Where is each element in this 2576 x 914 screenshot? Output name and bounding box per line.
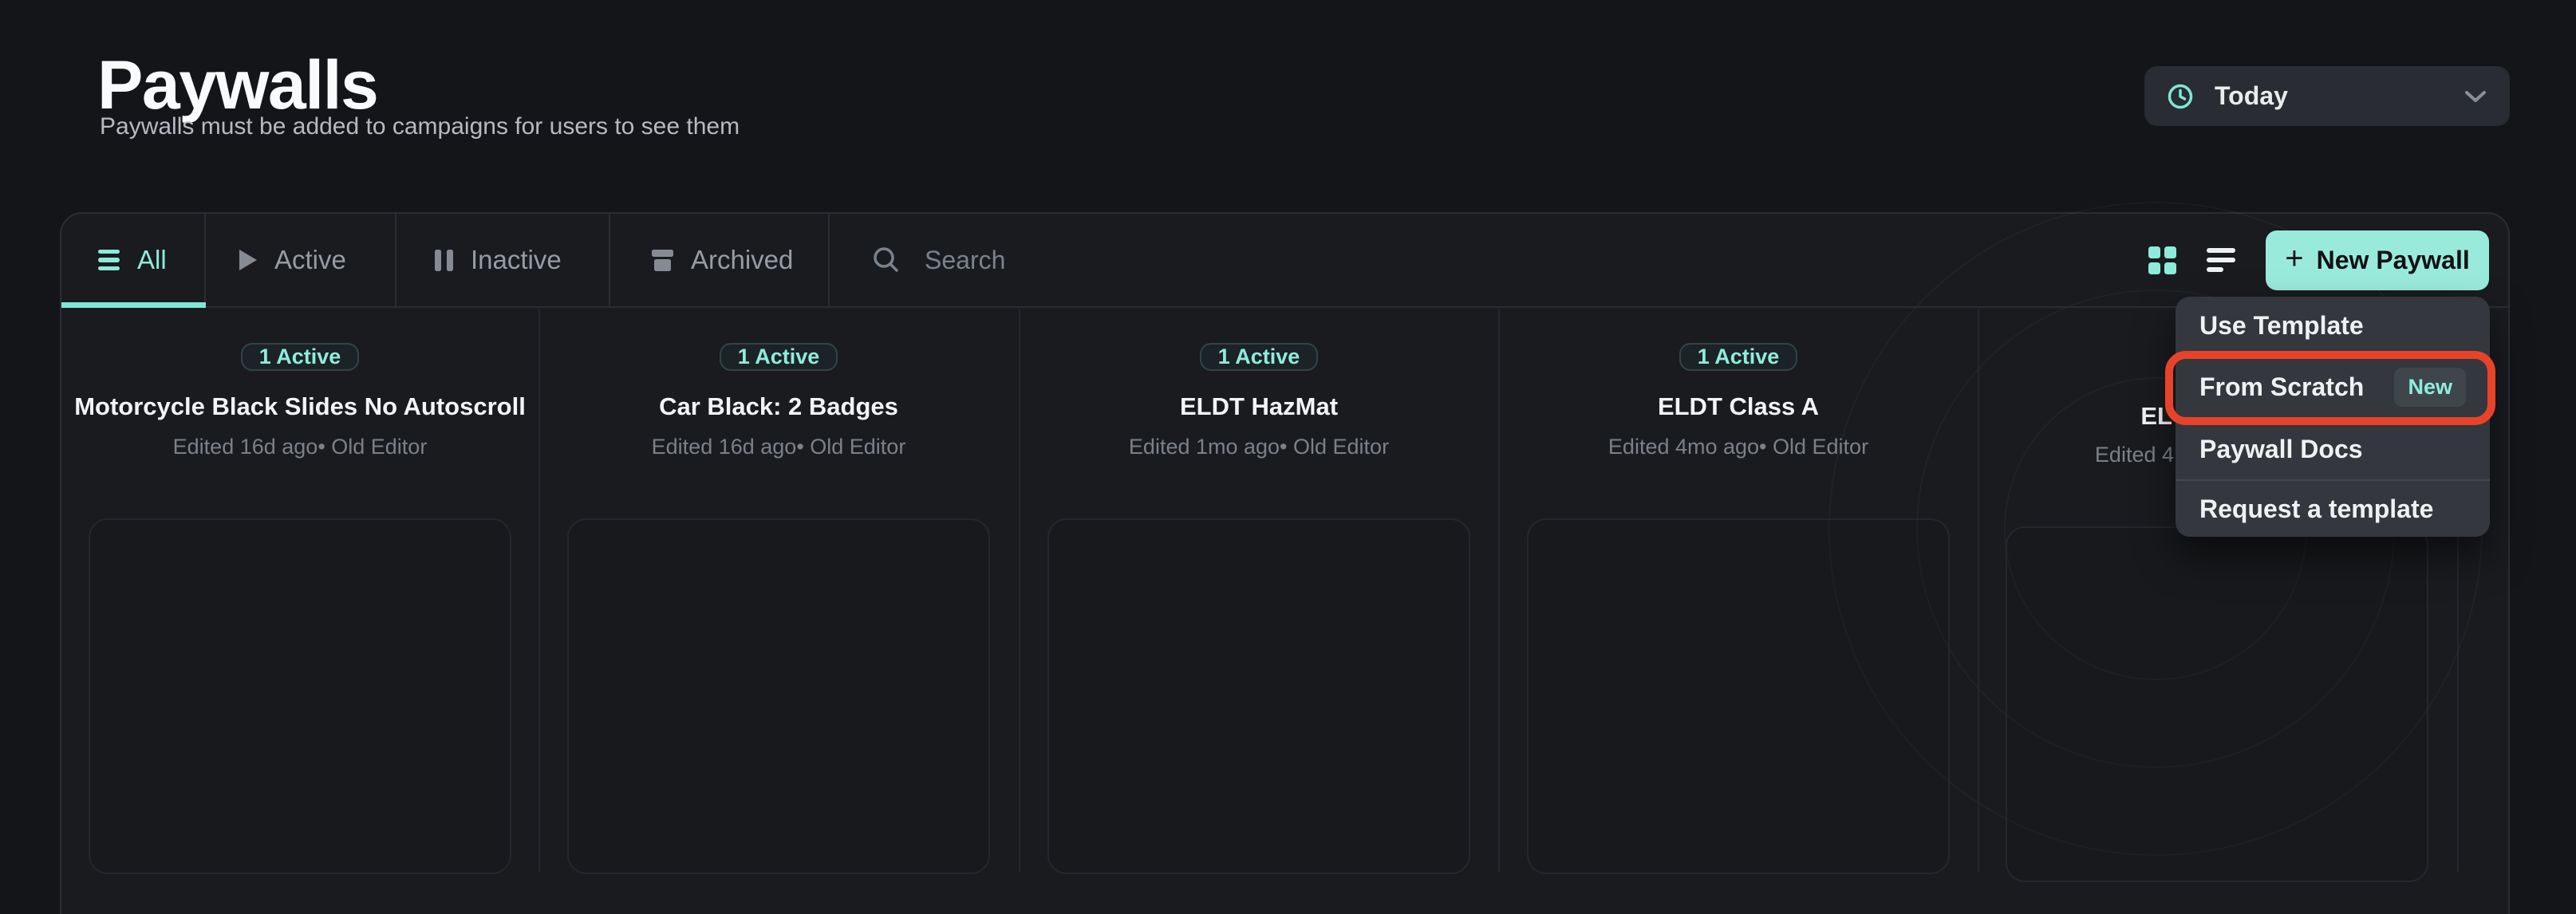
paywall-meta: Edited 4 xyxy=(1979,443,2174,467)
tab-all[interactable]: All xyxy=(61,214,206,306)
paywall-preview-placeholder[interactable] xyxy=(1527,518,1950,874)
paywall-meta: Edited 16d ago• Old Editor xyxy=(173,435,428,459)
new-paywall-menu: Use Template From Scratch New Paywall Do… xyxy=(2176,297,2490,537)
date-filter-dropdown[interactable]: Today xyxy=(2144,66,2510,126)
menu-item-use-template[interactable]: Use Template xyxy=(2176,297,2490,355)
tab-archived-label: Archived xyxy=(691,245,793,275)
paywall-title: ELDT HazMat xyxy=(1180,392,1338,421)
paywall-preview-placeholder[interactable] xyxy=(1047,518,1470,874)
paywall-meta: Edited 1mo ago• Old Editor xyxy=(1129,435,1389,459)
search-placeholder: Search xyxy=(925,246,1005,275)
menu-item-label: From Scratch xyxy=(2199,372,2364,402)
date-filter-label: Today xyxy=(2215,81,2288,111)
new-paywall-button[interactable]: + New Paywall xyxy=(2266,230,2489,290)
tab-active-label: Active xyxy=(274,245,346,275)
all-lines-icon xyxy=(98,250,120,271)
active-count-badge: 1 Active xyxy=(1200,343,1319,371)
archive-icon xyxy=(652,250,673,271)
search-icon xyxy=(872,246,901,274)
tab-inactive[interactable]: Inactive xyxy=(396,214,610,306)
paywall-title: EL xyxy=(1979,402,2172,431)
paywall-meta: Edited 4mo ago• Old Editor xyxy=(1608,435,1868,459)
new-paywall-label: New Paywall xyxy=(2317,246,2470,275)
view-controls: + New Paywall xyxy=(2148,214,2508,306)
tab-inactive-label: Inactive xyxy=(471,245,562,275)
tab-active[interactable]: Active xyxy=(206,214,396,306)
tab-archived[interactable]: Archived xyxy=(610,214,830,306)
page-subtitle: Paywalls must be added to campaigns for … xyxy=(100,113,740,140)
menu-item-label: Use Template xyxy=(2199,311,2364,341)
clock-icon xyxy=(2167,83,2194,110)
paywall-card[interactable]: 1 Active ELDT HazMat Edited 1mo ago• Old… xyxy=(1020,309,1497,873)
search-input[interactable]: Search xyxy=(830,214,2148,306)
active-count-badge: 1 Active xyxy=(720,343,838,371)
menu-item-label: Paywall Docs xyxy=(2199,435,2363,464)
menu-item-paywall-docs[interactable]: Paywall Docs xyxy=(2176,419,2490,479)
menu-item-request-template[interactable]: Request a template xyxy=(2176,481,2490,537)
paywall-card[interactable]: 1 Active ELDT Class A Edited 4mo ago• Ol… xyxy=(1500,309,1977,873)
paywall-card[interactable]: 1 Active Car Black: 2 Badges Edited 16d … xyxy=(540,309,1017,873)
chevron-down-icon xyxy=(2464,89,2487,104)
active-tab-indicator xyxy=(61,302,206,308)
paywall-title: Motorcycle Black Slides No Autoscroll xyxy=(74,392,526,421)
paywall-preview-placeholder[interactable] xyxy=(89,518,511,874)
plus-icon: + xyxy=(2285,242,2303,274)
paywall-meta: Edited 16d ago• Old Editor xyxy=(652,435,906,459)
list-view-icon[interactable] xyxy=(2207,248,2235,272)
new-badge: New xyxy=(2394,368,2466,407)
paywall-title: Car Black: 2 Badges xyxy=(659,392,898,421)
paywall-title: ELDT Class A xyxy=(1658,392,1819,421)
paywall-card[interactable]: 1 Active Motorcycle Black Slides No Auto… xyxy=(61,309,538,873)
menu-item-label: Request a template xyxy=(2199,494,2433,524)
active-count-badge: 1 Active xyxy=(241,343,360,371)
paywall-preview-placeholder[interactable] xyxy=(2006,526,2428,882)
tab-all-label: All xyxy=(137,245,167,275)
active-count-badge: 1 Active xyxy=(1679,343,1798,371)
pause-icon xyxy=(435,250,453,271)
paywall-preview-placeholder[interactable] xyxy=(567,518,990,874)
grid-view-icon[interactable] xyxy=(2148,246,2176,274)
play-icon xyxy=(239,250,257,270)
tab-bar: All Active Inactive Archived Search xyxy=(61,214,2508,308)
menu-item-from-scratch[interactable]: From Scratch New xyxy=(2176,355,2490,419)
